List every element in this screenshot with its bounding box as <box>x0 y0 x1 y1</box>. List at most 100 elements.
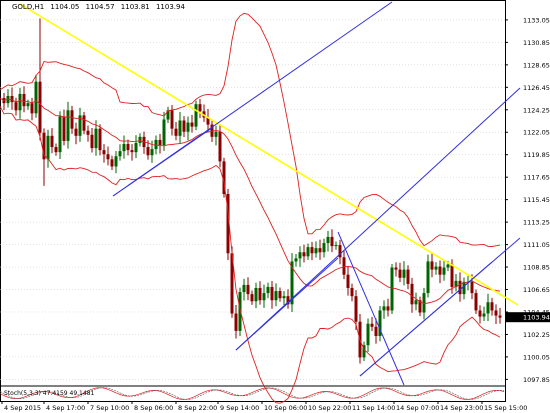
channel-line-lower-b <box>235 257 339 351</box>
candle-body <box>66 110 70 141</box>
candle-body <box>426 261 430 294</box>
candle-body <box>486 302 490 314</box>
candle <box>298 246 302 267</box>
candle <box>318 239 322 260</box>
candle <box>334 241 338 250</box>
candle <box>326 230 330 252</box>
candle <box>178 112 182 144</box>
candle <box>246 277 250 301</box>
y-tick-label: 1122.05 <box>523 129 550 137</box>
candle-body <box>170 110 174 129</box>
candle <box>50 128 54 154</box>
candle-body <box>30 103 34 114</box>
candle-body <box>250 294 254 302</box>
candle <box>158 133 162 154</box>
x-tick-label: 15 Sep 15:00 <box>484 404 527 412</box>
candle-body <box>386 306 390 311</box>
candle <box>478 305 482 324</box>
candle <box>338 239 342 265</box>
candle-body <box>438 266 442 275</box>
candle-body <box>110 159 114 167</box>
candle <box>234 305 238 339</box>
candle <box>126 139 130 156</box>
candle-body <box>86 130 90 135</box>
candle-body <box>406 269 410 284</box>
y-tick-label: 1100.05 <box>523 353 550 361</box>
candle-body <box>398 269 402 278</box>
candle-body <box>474 293 478 311</box>
candle-body <box>58 116 62 153</box>
candle-body <box>482 313 486 317</box>
candle <box>394 262 398 277</box>
candle-body <box>342 257 346 275</box>
candle <box>250 290 254 305</box>
candle <box>402 261 406 286</box>
candle <box>398 262 402 283</box>
candle-body <box>498 315 502 318</box>
price-chart[interactable]: 1133.05 1130.85 1128.65 1126.45 1124.25 1122.… <box>0 0 550 413</box>
candle <box>370 316 374 332</box>
candle-body <box>354 296 358 322</box>
candle <box>430 252 434 278</box>
candle <box>214 125 218 146</box>
candle <box>490 297 494 316</box>
candle <box>314 241 318 258</box>
candle-body <box>434 266 438 270</box>
y-tick-label: 1130.85 <box>523 39 550 47</box>
chart-window[interactable]: 1133.05 1130.85 1128.65 1126.45 1124.25 1122.… <box>0 0 550 413</box>
candle-body <box>182 120 186 132</box>
candle <box>434 262 438 275</box>
candle-body <box>258 287 262 301</box>
candle-body <box>178 120 182 136</box>
candle <box>278 287 282 302</box>
candle <box>66 101 70 149</box>
candle <box>346 266 350 296</box>
candle-body <box>490 302 494 311</box>
candle <box>322 238 326 258</box>
candle-body <box>54 147 58 153</box>
candle-body <box>442 267 446 275</box>
candle <box>418 296 422 317</box>
candle <box>342 250 346 280</box>
y-tick-label: 1108.85 <box>523 264 550 272</box>
candle <box>70 105 74 134</box>
oscillator-label: Stoch(5,3,3) 47.4159 49.1481 <box>4 390 95 397</box>
candle <box>350 283 354 302</box>
candle <box>262 284 266 308</box>
candle <box>90 127 94 153</box>
candle <box>414 292 418 311</box>
candle-body <box>326 236 330 244</box>
y-tick-label: 1115.45 <box>523 196 550 204</box>
candle <box>198 98 202 119</box>
candle-body <box>246 284 250 295</box>
candle-body <box>218 131 222 162</box>
candle-body <box>146 147 150 156</box>
candle-body <box>402 269 406 278</box>
candle-body <box>158 139 162 146</box>
channel-line-down <box>337 231 405 386</box>
candle <box>310 241 314 261</box>
x-tick-label: 11 Sep 14:00 <box>352 404 395 412</box>
candle-body <box>302 252 306 257</box>
candle-body <box>294 258 298 262</box>
candle-body <box>198 104 202 112</box>
candle <box>10 87 14 110</box>
candle-body <box>118 151 122 157</box>
candle-body <box>446 264 450 268</box>
candle <box>130 144 134 161</box>
candle <box>218 124 222 168</box>
candle-body <box>254 287 258 302</box>
candle <box>134 135 138 159</box>
x-tick-label: 14 Sep 07:00 <box>396 404 439 412</box>
candle-body <box>470 281 474 294</box>
y-tick-label: 1119.85 <box>523 151 550 159</box>
chart-frame <box>0 0 506 402</box>
candle <box>202 104 206 122</box>
candle-body <box>494 310 498 316</box>
candle-body <box>22 93 26 107</box>
y-tick-label: 1124.25 <box>523 106 550 114</box>
symbol-label: GOLD,H1 <box>12 3 45 11</box>
candle-body <box>34 81 38 114</box>
candle <box>362 341 366 362</box>
candle-body <box>330 236 334 247</box>
